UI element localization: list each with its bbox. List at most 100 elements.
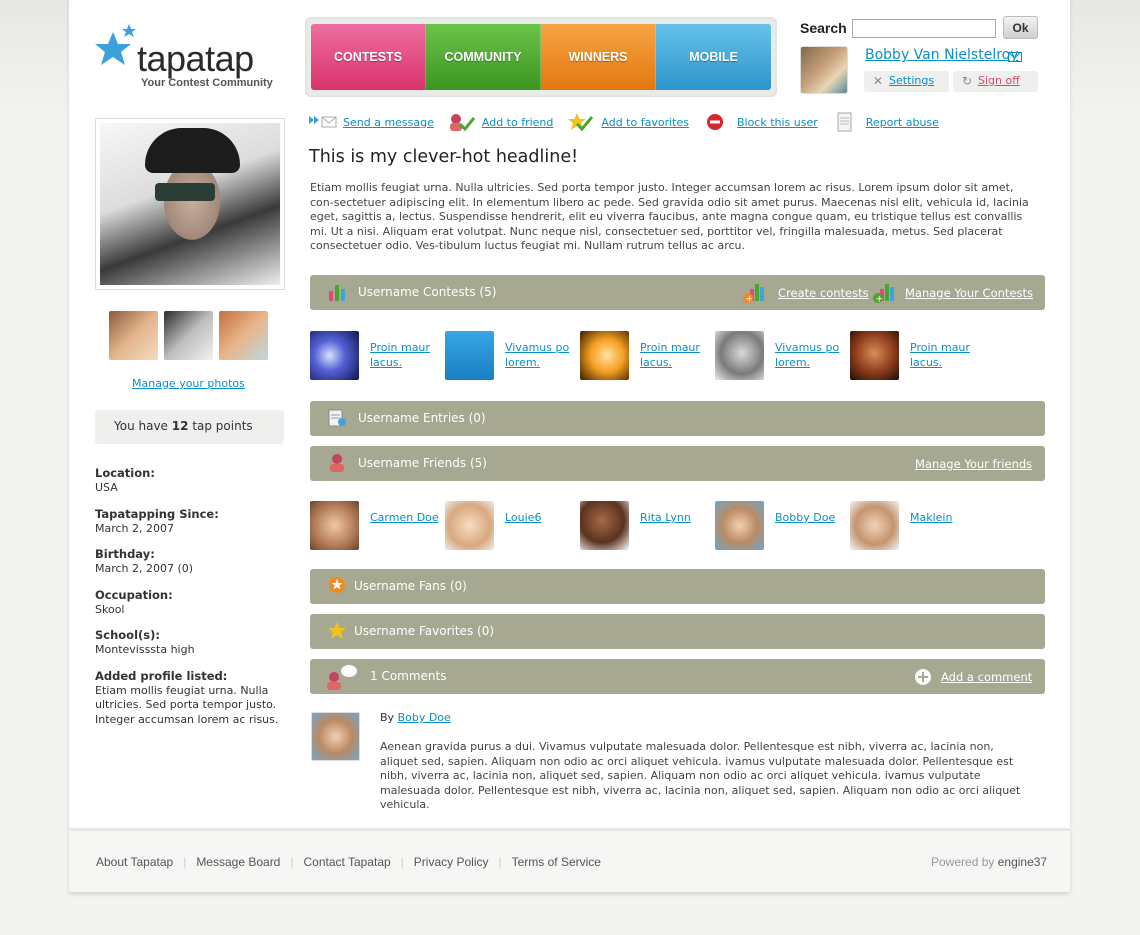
search-input[interactable] [852, 19, 996, 38]
favorite-check-icon [567, 112, 594, 132]
action-label[interactable]: Send a message [343, 116, 434, 129]
contest-thumbnail[interactable] [715, 331, 764, 380]
friend-avatar[interactable] [580, 501, 629, 550]
user-avatar[interactable] [800, 46, 848, 94]
contest-thumbnail[interactable] [850, 331, 899, 380]
section-bar-contests: Username Contests (5) + Create contests … [310, 275, 1045, 310]
photo-thumbnail[interactable] [219, 311, 268, 360]
add-friend-action[interactable]: Add to friend [448, 112, 554, 132]
footer-link-terms[interactable]: Terms of Service [512, 855, 601, 869]
action-label[interactable]: Add to friend [482, 116, 554, 129]
footer-link-contact[interactable]: Contact Tapatap [303, 855, 390, 869]
info-label: Birthday: [95, 547, 155, 561]
photo-thumbnail[interactable] [164, 311, 213, 360]
contest-item[interactable]: Proin maur lacus. [310, 331, 445, 380]
fans-icon [329, 577, 345, 593]
friend-item[interactable]: Bobby Doe [715, 501, 850, 550]
contest-item[interactable]: Proin maur lacus. [850, 331, 985, 380]
report-abuse-action[interactable]: Report abuse [832, 112, 939, 132]
tap-points-prefix: You have [114, 419, 168, 433]
settings-link[interactable]: Settings [889, 74, 934, 87]
user-name-link[interactable]: Bobby Van Nielstelroy [865, 47, 1019, 63]
footer-link-message-board[interactable]: Message Board [196, 855, 280, 869]
info-label: Tapatapping Since: [95, 506, 219, 521]
tap-points-suffix: tap points [192, 419, 253, 433]
search-ok-button[interactable]: Ok [1003, 16, 1038, 39]
footer-separator: | [290, 855, 294, 869]
friend-item[interactable]: Rita Lynn [580, 501, 715, 550]
create-contest-icon: + [743, 284, 764, 304]
footer-link-about[interactable]: About Tapatap [96, 855, 173, 869]
contest-thumbnail[interactable] [445, 331, 494, 380]
photo-thumbnail[interactable] [109, 311, 158, 360]
info-schools: School(s): Montevisssta high [95, 628, 280, 658]
mail-icon[interactable] [1008, 52, 1022, 62]
nav-tab-label: MOBILE [689, 50, 738, 64]
action-label[interactable]: Report abuse [866, 116, 939, 129]
friend-item[interactable]: Louie6 [445, 501, 580, 550]
section-bar-favorites: Username Favorites (0) [310, 614, 1045, 649]
nav-tab-mobile[interactable]: MOBILE [656, 24, 771, 90]
contest-link[interactable]: Proin maur lacus. [370, 331, 440, 380]
add-comment-link[interactable]: Add a comment [941, 670, 1032, 684]
create-contests-link[interactable]: Create contests [778, 286, 869, 300]
friend-link[interactable]: Louie6 [505, 501, 575, 550]
action-label[interactable]: Add to favorites [601, 116, 689, 129]
contests-grid: Proin maur lacus. Vivamus po lorem. Proi… [310, 331, 985, 380]
contest-link[interactable]: Proin maur lacus. [640, 331, 710, 380]
manage-friends-link[interactable]: Manage Your friends [915, 457, 1032, 471]
entries-icon [328, 409, 346, 427]
manage-photos-link[interactable]: Manage your photos [132, 377, 245, 390]
block-user-action[interactable]: Block this user [703, 112, 818, 132]
nav-tab-contests[interactable]: CONTESTS [311, 24, 426, 90]
contest-thumbnail[interactable] [310, 331, 359, 380]
section-bar-entries: Username Entries (0) [310, 401, 1045, 436]
add-favorites-action[interactable]: Add to favorites [567, 112, 689, 132]
gear-icon: ✕ [873, 74, 884, 88]
friend-item[interactable]: Maklein [850, 501, 985, 550]
friend-avatar[interactable] [310, 501, 359, 550]
profile-photo[interactable] [100, 123, 280, 285]
friend-link[interactable]: Carmen Doe [370, 501, 440, 550]
send-message-action[interactable]: Send a message [309, 112, 434, 132]
powered-brand[interactable]: engine37 [998, 855, 1047, 869]
nav-tab-winners[interactable]: WINNERS [541, 24, 656, 90]
contest-link[interactable]: Vivamus po lorem. [505, 331, 575, 380]
contest-link[interactable]: Vivamus po lorem. [775, 331, 845, 380]
friend-link[interactable]: Maklein [910, 501, 980, 550]
contest-link[interactable]: Proin maur lacus. [910, 331, 980, 380]
info-added-profile: Added profile listed: Etiam mollis feugia… [95, 669, 280, 728]
nav-tab-label: WINNERS [568, 50, 628, 64]
comment-author-link[interactable]: Boby Doe [398, 711, 451, 724]
friend-avatar[interactable] [850, 501, 899, 550]
contest-item[interactable]: Proin maur lacus. [580, 331, 715, 380]
add-friend-icon [448, 112, 476, 132]
friend-item[interactable]: Carmen Doe [310, 501, 445, 550]
friend-avatar[interactable] [715, 501, 764, 550]
manage-contests-link[interactable]: Manage Your Contests [905, 286, 1033, 300]
info-value: March 2, 2007 [95, 521, 175, 535]
section-bar-friends: Username Friends (5) Manage Your friends [310, 446, 1045, 481]
friend-avatar[interactable] [445, 501, 494, 550]
friend-link[interactable]: Rita Lynn [640, 501, 710, 550]
block-icon [703, 112, 727, 132]
comment-avatar[interactable] [311, 712, 360, 761]
section-title: Username Favorites (0) [354, 624, 495, 638]
footer-link-privacy[interactable]: Privacy Policy [414, 855, 489, 869]
contest-item[interactable]: Vivamus po lorem. [445, 331, 580, 380]
action-label[interactable]: Block this user [737, 116, 818, 129]
nav-tab-community[interactable]: COMMUNITY [426, 24, 541, 90]
friend-link[interactable]: Bobby Doe [775, 501, 845, 550]
signoff-link[interactable]: Sign off [978, 74, 1020, 87]
info-value: March 2, 2007 (0) [95, 562, 194, 575]
contest-thumbnail[interactable] [580, 331, 629, 380]
signoff-button[interactable]: ↻ Sign off [953, 71, 1038, 92]
profile-description: Etiam mollis feugiat urna. Nulla ultrici… [310, 181, 1029, 252]
tap-points-box: You have 12 tap points [95, 410, 284, 444]
svg-text:+: + [876, 295, 884, 305]
logo[interactable]: tapatap Your Contest Community [93, 20, 273, 92]
contest-item[interactable]: Vivamus po lorem. [715, 331, 850, 380]
logo-wordmark: tapatap [137, 38, 254, 79]
settings-button[interactable]: ✕ Settings [864, 71, 949, 92]
section-bar-comments: 1 Comments Add a comment [310, 659, 1045, 694]
